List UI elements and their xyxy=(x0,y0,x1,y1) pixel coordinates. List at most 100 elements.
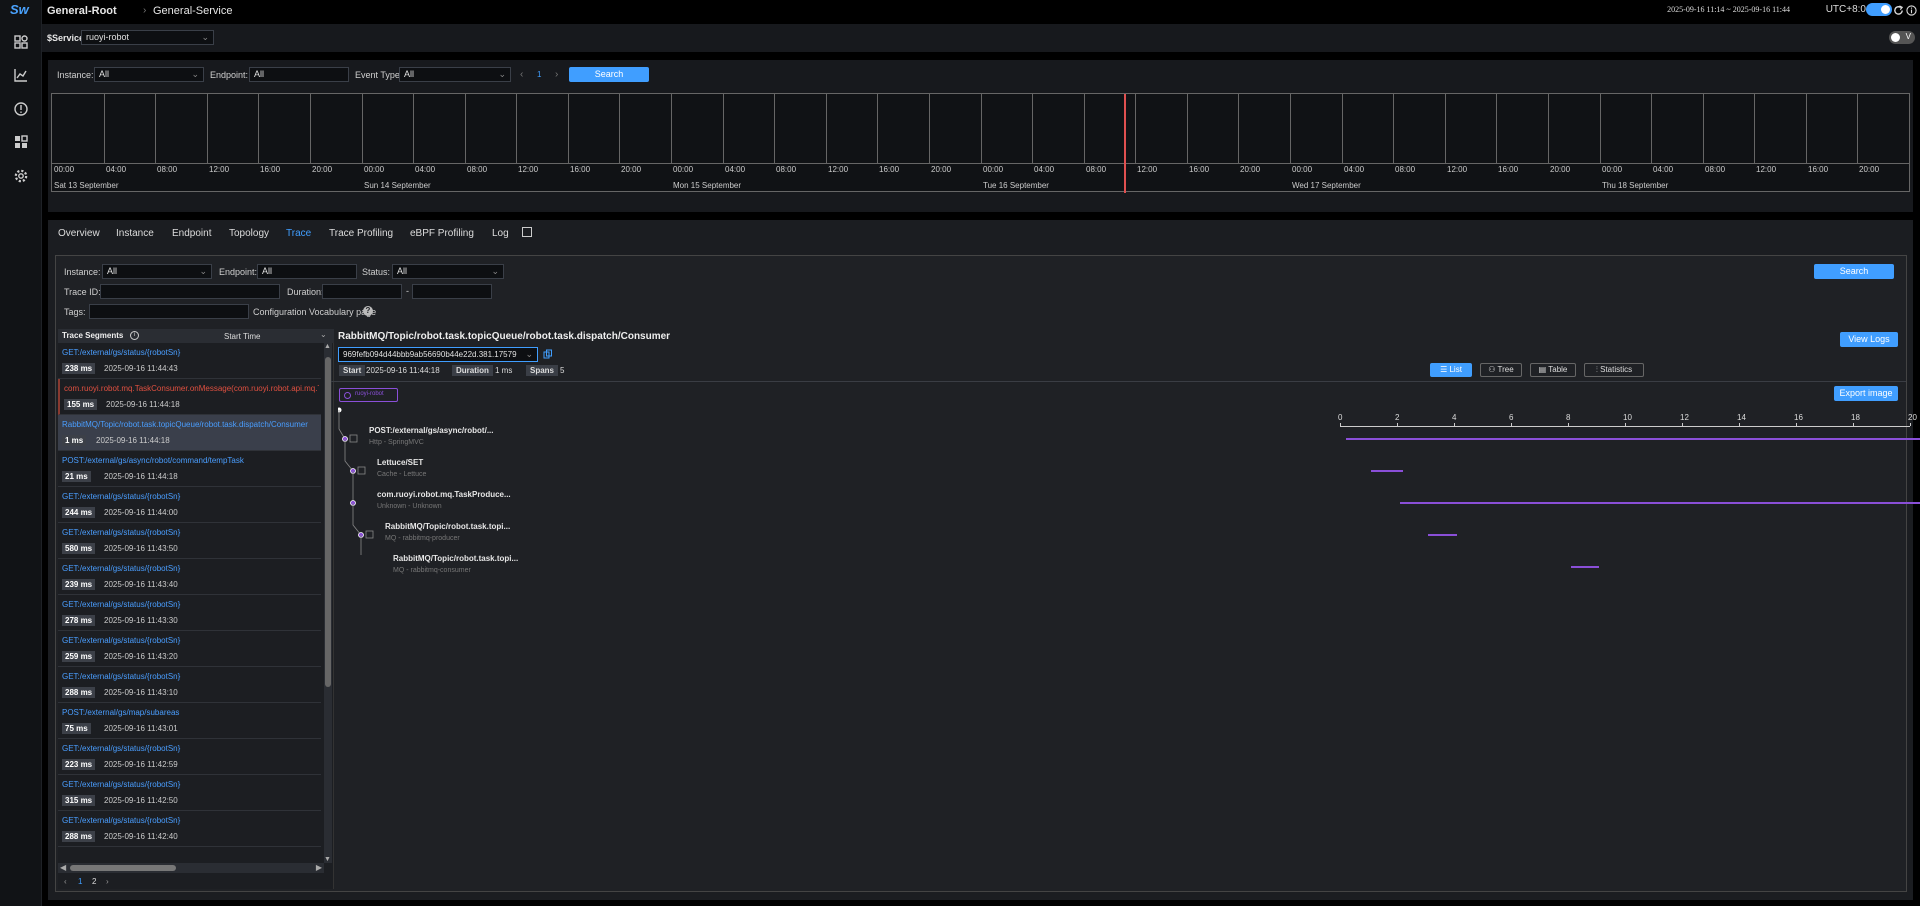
events-search-button[interactable]: Search xyxy=(569,67,649,82)
span-name[interactable]: POST:/external/gs/async/robot/... xyxy=(369,426,493,435)
trace-status-select[interactable]: All ⌄ xyxy=(392,264,504,279)
events-endpoint-input[interactable]: All xyxy=(249,67,349,82)
timeline-gridline xyxy=(1032,94,1033,163)
view-table-button[interactable]: ▤ Table xyxy=(1530,363,1576,377)
list-item[interactable]: GET:/external/gs/status/{robotSn} 288 ms 2… xyxy=(58,667,321,703)
list-item[interactable]: GET:/external/gs/status/{robotSn} 239 ms 2… xyxy=(58,559,321,595)
trace-search-button[interactable]: Search xyxy=(1814,264,1894,279)
settings-icon[interactable] xyxy=(13,168,29,184)
refresh-icon[interactable] xyxy=(1893,5,1904,16)
dashboard-icon[interactable] xyxy=(13,34,29,50)
chevron-down-icon: ⌄ xyxy=(525,349,533,359)
view-tree-button[interactable]: ⚇ Tree xyxy=(1480,363,1522,377)
list-item[interactable]: com.ruoyi.robot.mq.TaskConsumer.onMessag… xyxy=(58,379,321,415)
list-item[interactable]: RabbitMQ/Topic/robot.task.topicQueue/rob… xyxy=(58,415,321,451)
events-page-number[interactable]: 1 xyxy=(537,70,541,79)
collapse-icon[interactable] xyxy=(357,466,366,475)
trace-endpoint-input[interactable]: All xyxy=(257,264,357,279)
prev-page-icon[interactable]: ‹ xyxy=(520,69,523,80)
next-page-icon[interactable]: › xyxy=(106,877,109,886)
alarm-icon[interactable] xyxy=(13,101,29,117)
events-instance-select[interactable]: All ⌄ xyxy=(94,67,204,82)
copy-icon[interactable] xyxy=(543,349,553,359)
span-duration-bar[interactable] xyxy=(1371,470,1403,472)
tab-instance[interactable]: Instance xyxy=(116,228,154,239)
prev-page-icon[interactable]: ‹ xyxy=(64,877,67,886)
trace-status-value: All xyxy=(397,266,408,276)
time-range[interactable]: 2025-09-16 11:14 ~ 2025-09-16 11:44 xyxy=(1667,5,1790,14)
view-list-button[interactable]: ☰ List xyxy=(1430,363,1472,377)
list-item[interactable]: POST:/external/gs/async/robot/command/te… xyxy=(58,451,321,487)
span-duration-bar[interactable] xyxy=(1399,502,1920,504)
scroll-right-icon[interactable]: ▶ xyxy=(316,863,322,872)
list-item[interactable]: GET:/external/gs/status/{robotSn} 315 ms 2… xyxy=(58,775,321,811)
list-item[interactable]: GET:/external/gs/status/{robotSn} 223 ms 2… xyxy=(58,739,321,775)
hscroll-thumb[interactable] xyxy=(70,865,176,871)
span-component: Cache - Lettuce xyxy=(377,471,427,478)
copy-icon[interactable] xyxy=(522,227,532,237)
tab-overview[interactable]: Overview xyxy=(58,228,100,239)
list-item[interactable]: GET:/external/gs/status/{robotSn} 259 ms 2… xyxy=(58,631,321,667)
info-icon[interactable] xyxy=(1906,5,1917,16)
scroll-thumb[interactable] xyxy=(325,357,331,687)
tags-input[interactable] xyxy=(89,304,249,319)
segment-duration: 155 ms xyxy=(64,399,98,410)
timeline-hour-label: 16:00 xyxy=(879,165,900,174)
list-item[interactable]: GET:/external/gs/status/{robotSn} 278 ms 2… xyxy=(58,595,321,631)
span-duration-bar[interactable] xyxy=(1345,438,1920,440)
duration-max-input[interactable] xyxy=(412,284,492,299)
tab-trace[interactable]: Trace xyxy=(286,228,311,239)
marketplace-icon[interactable] xyxy=(13,134,29,150)
timeline-gridline xyxy=(516,94,517,163)
trace-id-select[interactable]: 969fefb094d44bbb9ab56690b44e22d.381.1757… xyxy=(338,347,538,362)
span-name[interactable]: RabbitMQ/Topic/robot.task.topi... xyxy=(385,522,510,531)
tab-trace-profiling[interactable]: Trace Profiling xyxy=(329,228,393,239)
chevron-down-icon[interactable]: ⌄ xyxy=(320,330,327,339)
horizontal-scrollbar[interactable]: ◀ ▶ xyxy=(58,863,324,873)
collapse-icon[interactable] xyxy=(365,530,374,539)
span-name[interactable]: Lettuce/SET xyxy=(377,458,423,467)
service-bar: $Service ruoyi-robot ⌄ V xyxy=(42,24,1920,52)
vocabulary-link[interactable]: Configuration Vocabulary page xyxy=(253,307,376,317)
view-statistics-button[interactable]: ⫶ Statistics xyxy=(1584,363,1644,377)
span-duration-bar[interactable] xyxy=(1428,534,1457,536)
list-item[interactable]: GET:/external/gs/status/{robotSn} 238 ms 2… xyxy=(58,343,321,379)
breadcrumb-root[interactable]: General-Root xyxy=(47,5,117,17)
view-logs-button[interactable]: View Logs xyxy=(1840,332,1898,347)
logo[interactable]: Sw xyxy=(10,2,32,18)
events-timeline[interactable]: 00:00 04:00 08:00 12:00 16:00 20:00 Sat 13 Sep… xyxy=(51,93,1910,193)
span-duration-bar[interactable] xyxy=(1570,566,1600,568)
page-1[interactable]: 1 xyxy=(78,877,82,886)
tab-topology[interactable]: Topology xyxy=(229,228,269,239)
list-item[interactable]: GET:/external/gs/status/{robotSn} 580 ms 2… xyxy=(58,523,321,559)
tab-log[interactable]: Log xyxy=(492,228,509,239)
chart-icon[interactable] xyxy=(13,67,29,83)
tab-endpoint[interactable]: Endpoint xyxy=(172,228,211,239)
vertical-scrollbar[interactable]: ▲ ▼ xyxy=(324,343,332,863)
trace-instance-select[interactable]: All ⌄ xyxy=(102,264,212,279)
events-type-select[interactable]: All ⌄ xyxy=(399,67,511,82)
scroll-down-icon[interactable]: ▼ xyxy=(324,856,331,863)
trace-id-input[interactable] xyxy=(100,284,280,299)
scroll-up-icon[interactable]: ▲ xyxy=(324,343,331,350)
scroll-left-icon[interactable]: ◀ xyxy=(60,863,66,872)
theme-toggle[interactable] xyxy=(1866,3,1892,16)
list-item[interactable]: GET:/external/gs/status/{robotSn} 288 ms 2… xyxy=(58,811,321,847)
tab-ebpf-profiling[interactable]: eBPF Profiling xyxy=(410,228,474,239)
export-image-button[interactable]: Export image xyxy=(1834,386,1898,401)
duration-min-input[interactable] xyxy=(322,284,402,299)
span-name[interactable]: RabbitMQ/Topic/robot.task.topi... xyxy=(393,554,518,563)
service-select[interactable]: ruoyi-robot ⌄ xyxy=(81,30,214,45)
span-name[interactable]: com.ruoyi.robot.mq.TaskProduce... xyxy=(377,490,511,499)
breadcrumb-service[interactable]: General-Service xyxy=(153,5,232,17)
next-page-icon[interactable]: › xyxy=(555,69,558,80)
help-icon[interactable]: ? xyxy=(363,306,373,316)
list-item[interactable]: POST:/external/gs/map/subareas 75 ms 2025-… xyxy=(58,703,321,739)
page-2[interactable]: 2 xyxy=(92,877,96,886)
service-tag[interactable]: ruoyi-robot xyxy=(339,388,398,402)
collapse-icon[interactable] xyxy=(349,434,358,443)
info-icon[interactable]: i xyxy=(130,331,139,340)
list-item[interactable]: GET:/external/gs/status/{robotSn} 244 ms 2… xyxy=(58,487,321,523)
v-toggle[interactable]: V xyxy=(1889,31,1915,44)
sort-select-value[interactable]: Start Time xyxy=(224,332,260,341)
